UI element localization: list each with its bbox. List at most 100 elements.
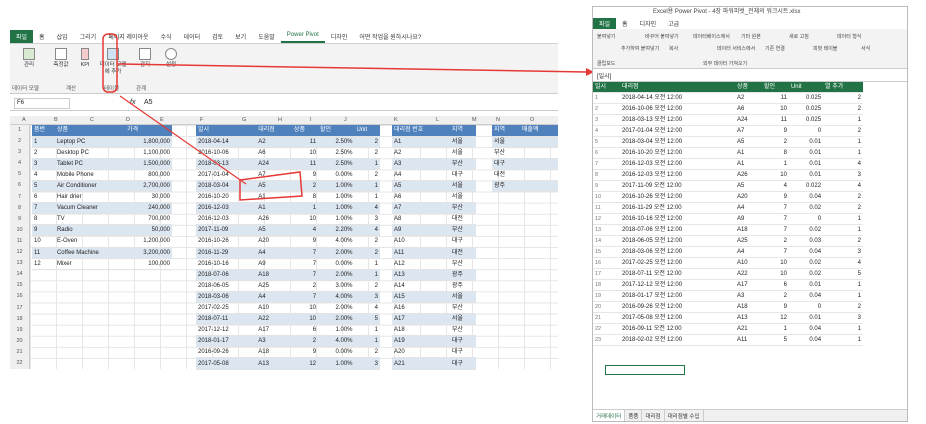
pp-cell[interactable]: 2018-03-04 오전 12:00: [619, 136, 735, 148]
pp-cell[interactable]: 2017-11-09 오전 12:00: [619, 180, 735, 192]
pp-cell[interactable]: 7: [761, 224, 789, 236]
pp-cell[interactable]: A18: [734, 224, 762, 236]
pp-cell[interactable]: 0.025: [788, 114, 824, 126]
pp-cell[interactable]: 0.022: [788, 180, 824, 192]
pp-cell[interactable]: 0.02: [788, 202, 824, 214]
pp-cell[interactable]: 2018-04-14 오전 12:00: [619, 92, 735, 104]
pp-ribbon-item[interactable]: 추가하여 붙여넣기: [621, 45, 659, 52]
pp-cell[interactable]: 1: [761, 323, 789, 335]
pp-cell[interactable]: A5: [734, 180, 762, 192]
pp-cell[interactable]: 0.01: [788, 158, 824, 170]
pp-tab[interactable]: 디자인: [634, 18, 663, 29]
pp-cell[interactable]: 2018-03-06 오전 12:00: [619, 246, 735, 258]
pp-cell[interactable]: 2017-01-04 오전 12:00: [619, 125, 735, 137]
pp-cell[interactable]: A4: [734, 246, 762, 258]
pp-cell[interactable]: A20: [734, 191, 762, 203]
pp-cell[interactable]: 2016-10-16 오전 12:00: [619, 213, 735, 225]
pp-ribbon-item[interactable]: 데이터 형식: [837, 33, 861, 40]
pp-cell[interactable]: 0.02: [788, 224, 824, 236]
pp-cell[interactable]: 0: [788, 125, 824, 137]
pp-cell[interactable]: 5: [823, 268, 863, 280]
pp-cell[interactable]: 2: [761, 290, 789, 302]
pp-cell[interactable]: A5: [734, 136, 762, 148]
pp-cell[interactable]: 0.01: [788, 147, 824, 159]
pp-column-header[interactable]: 일시: [593, 82, 620, 93]
pp-cell[interactable]: 2: [823, 103, 863, 115]
pp-cell[interactable]: 2016-09-11 오전 12:00: [619, 323, 735, 335]
pp-cell[interactable]: A9: [734, 213, 762, 225]
pp-cell[interactable]: 4: [761, 180, 789, 192]
pp-cell[interactable]: 0.02: [788, 268, 824, 280]
pp-cell[interactable]: 2018-07-11 오전 12:00: [619, 268, 735, 280]
pp-cell[interactable]: 10: [761, 103, 789, 115]
pp-column-header[interactable]: Unit: [788, 82, 824, 93]
pp-cell[interactable]: A1: [734, 147, 762, 159]
pp-cell[interactable]: 7: [761, 202, 789, 214]
pp-cell[interactable]: A11: [734, 334, 762, 346]
pp-column-header[interactable]: 대리점: [619, 82, 735, 93]
pp-sheet-tab[interactable]: 품품: [625, 410, 643, 421]
pp-cell[interactable]: 2018-07-06 오전 12:00: [619, 224, 735, 236]
pp-ribbon-item[interactable]: 서식: [861, 45, 870, 52]
pp-cell[interactable]: A17: [734, 279, 762, 291]
pp-cell[interactable]: 0.025: [788, 103, 824, 115]
pp-cell[interactable]: 1: [823, 147, 863, 159]
pp-ribbon-item[interactable]: 복사: [669, 45, 678, 52]
pp-cell[interactable]: 0: [788, 301, 824, 313]
pp-cell[interactable]: 3: [823, 312, 863, 324]
pp-cell[interactable]: 5: [761, 334, 789, 346]
pp-cell[interactable]: 12: [761, 312, 789, 324]
pp-cell[interactable]: 10: [761, 169, 789, 181]
pp-column-header[interactable]: 할인: [761, 82, 789, 93]
pp-cell[interactable]: 1: [823, 290, 863, 302]
pp-cell[interactable]: 0.04: [788, 191, 824, 203]
pp-cell[interactable]: A7: [734, 125, 762, 137]
pp-cell[interactable]: 2016-11-29 오전 12:00: [619, 202, 735, 214]
pp-cell[interactable]: 1: [761, 158, 789, 170]
pp-ribbon-item[interactable]: 붙여넣기: [597, 33, 615, 40]
pp-cell[interactable]: 2: [761, 235, 789, 247]
pp-cell[interactable]: 4: [823, 180, 863, 192]
pp-cell[interactable]: A4: [734, 202, 762, 214]
pp-cell[interactable]: 4: [823, 257, 863, 269]
pp-ribbon-item[interactable]: 데이터베이스에서: [693, 33, 730, 40]
pp-sheet-tab[interactable]: 거래데이터: [593, 410, 626, 421]
pp-cell[interactable]: 2: [823, 235, 863, 247]
pp-cell[interactable]: 11: [761, 92, 789, 104]
pp-cell[interactable]: 0.01: [788, 136, 824, 148]
pp-cell[interactable]: 10: [761, 268, 789, 280]
pp-selected-cell[interactable]: [605, 365, 685, 375]
pp-cell[interactable]: A18: [734, 301, 762, 313]
pp-ribbon-item[interactable]: 피벗 테이블: [813, 45, 837, 52]
pp-cell[interactable]: 2: [823, 191, 863, 203]
pp-cell[interactable]: A10: [734, 257, 762, 269]
pp-sheet-tab[interactable]: 대리점별 수입: [665, 410, 704, 421]
pp-cell[interactable]: 2: [823, 202, 863, 214]
pp-cell[interactable]: 2016-10-26 오전 12:00: [619, 191, 735, 203]
pp-cell[interactable]: 0.01: [788, 279, 824, 291]
pp-cell[interactable]: 9: [761, 125, 789, 137]
pp-cell[interactable]: 7: [761, 246, 789, 258]
pp-tab[interactable]: 고급: [662, 18, 685, 29]
pp-cell[interactable]: 3: [823, 246, 863, 258]
pp-cell[interactable]: A25: [734, 235, 762, 247]
pp-cell[interactable]: 1: [823, 114, 863, 126]
pp-cell[interactable]: 10: [761, 257, 789, 269]
pp-cell[interactable]: 0.01: [788, 312, 824, 324]
pp-cell[interactable]: 0.025: [788, 92, 824, 104]
pp-cell[interactable]: 2: [761, 136, 789, 148]
pp-cell[interactable]: 0.01: [788, 169, 824, 181]
pp-ribbon-item[interactable]: 외부 데이터 가져오기: [703, 60, 747, 67]
pp-column-header[interactable]: 상품: [734, 82, 762, 93]
pp-cell[interactable]: 8: [761, 147, 789, 159]
pp-ribbon-item[interactable]: 클립보드: [597, 60, 615, 67]
pp-cell[interactable]: 7: [761, 213, 789, 225]
pp-cell[interactable]: 2: [823, 301, 863, 313]
pp-cell[interactable]: 2018-01-17 오전 12:00: [619, 290, 735, 302]
pp-ribbon-item[interactable]: 기존 연결: [765, 45, 785, 52]
pp-cell[interactable]: A3: [734, 290, 762, 302]
pp-cell[interactable]: A21: [734, 323, 762, 335]
pp-cell[interactable]: 2017-02-25 오전 12:00: [619, 257, 735, 269]
pp-ribbon-item[interactable]: 바꾸어 붙여넣기: [645, 33, 679, 40]
pp-cell[interactable]: 1: [823, 279, 863, 291]
